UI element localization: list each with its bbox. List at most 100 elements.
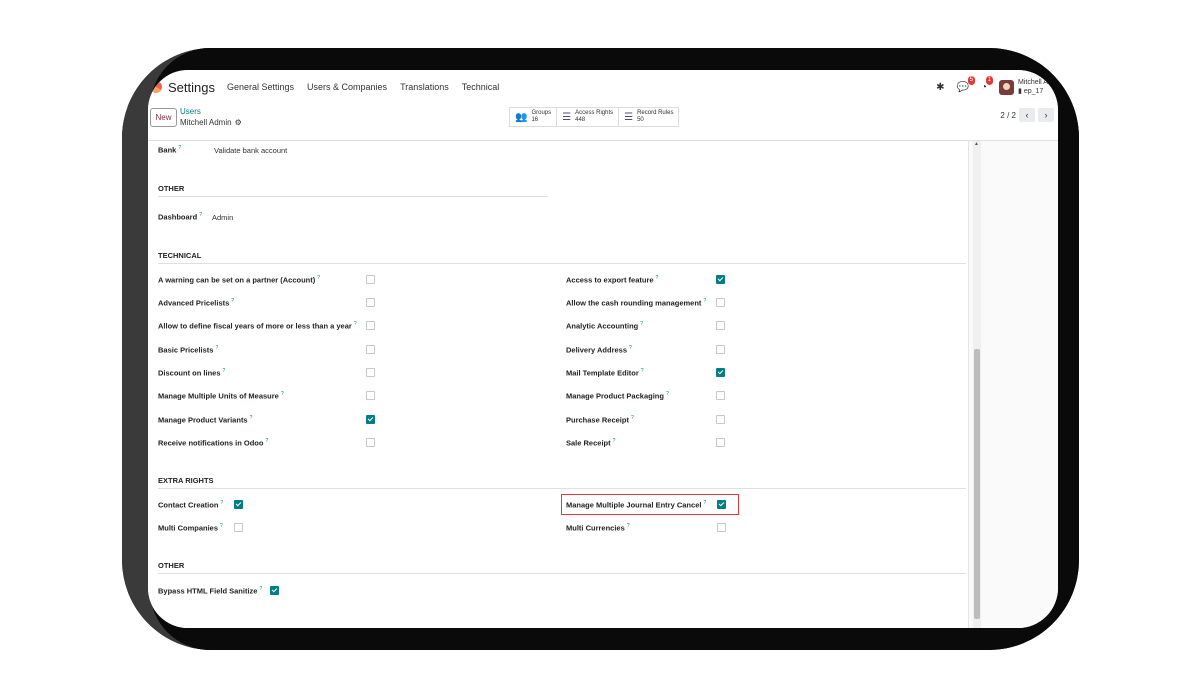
pager-value: 2 / 2 [1000,110,1016,120]
tech-right-checkbox-3[interactable] [716,345,725,354]
tech-left-checkbox-6[interactable] [366,415,375,424]
tech-left-label-1: Advanced Pricelists? [158,298,235,308]
field-dashboard-value[interactable]: Admin [212,213,233,222]
chevron-right-icon[interactable]: › [1038,108,1054,122]
tech-right-checkbox-7[interactable] [716,438,725,447]
access-rights-button[interactable]: ☰ Access Rights 448 [557,108,620,126]
separator [158,488,966,489]
tech-left-checkbox-1[interactable] [366,298,375,307]
field-bank-label: Bank? [158,145,182,155]
right-gutter [968,141,1058,628]
pager: 2 / 2 ‹ › [1000,108,1054,122]
app-screen: Settings General Settings Users & Compan… [148,70,1058,628]
tech-left-checkbox-0[interactable] [366,275,375,284]
tech-left-checkbox-5[interactable] [366,391,375,400]
smart-buttons: 👥 Groups 16 ☰ Access Rights 448 ☰ Record R… [509,107,680,127]
tech-right-label-4: Mail Template Editor? [566,368,644,378]
user-name: Mitchell Ad [1018,79,1052,86]
extra-right-label-1: Multi Currencies? [566,523,630,533]
chevron-left-icon[interactable]: ‹ [1019,108,1035,122]
chat-icon[interactable]: 💬 5 [957,75,975,93]
field-bank-value[interactable]: Validate bank account [214,146,287,155]
separator [158,573,966,574]
tech-right-checkbox-2[interactable] [716,321,725,330]
odoo-logo-icon[interactable] [150,81,162,93]
section-other: OTHER [158,184,185,193]
groups-label: Groups [531,110,552,116]
record-rules-count: 50 [637,117,644,123]
breadcrumb-current-label: Mitchell Admin [180,118,232,127]
record-rules-label: Record Rules [637,110,674,116]
field-dashboard-label: Dashboard? [158,212,202,222]
tech-left-checkbox-4[interactable] [366,368,375,377]
extra-right-label-0: Manage Multiple Journal Entry Cancel? [566,500,707,510]
separator [158,196,548,197]
user-menu[interactable]: Mitchell Ad ▮ ep_17 [1018,78,1058,96]
tech-right-label-5: Manage Product Packaging? [566,391,669,401]
top-navbar: Settings General Settings Users & Compan… [148,70,1058,104]
tech-left-checkbox-2[interactable] [366,321,375,330]
activity-badge: 1 [985,75,993,85]
access-rights-count: 448 [575,117,586,123]
tech-left-label-3: Basic Pricelists? [158,345,219,355]
form-sheet: Bank? Validate bank account OTHER Dashbo… [148,141,968,628]
navbar-systray: ✱ 💬 5 ◔ 1 Mitchell Ad ▮ ep_17 [936,70,1058,104]
extra-left-label-1: Multi Companies? [158,523,223,533]
section-other-2: OTHER [158,561,185,570]
tech-right-checkbox-6[interactable] [716,415,725,424]
tech-left-label-5: Manage Multiple Units of Measure? [158,391,284,401]
groups-button[interactable]: 👥 Groups 16 [510,108,558,126]
new-button[interactable]: New [150,108,177,127]
extra-right-checkbox-0[interactable] [717,500,726,509]
chat-badge: 5 [967,75,975,85]
list-icon: ☰ [562,111,572,123]
tech-left-label-0: A warning can be set on a partner (Accou… [158,275,321,285]
tech-left-checkbox-7[interactable] [366,438,375,447]
breadcrumb-users[interactable]: Users [180,107,201,116]
extra-left-checkbox-0[interactable] [234,500,243,509]
tech-right-label-1: Allow the cash rounding management? [566,298,707,308]
tech-right-label-6: Purchase Receipt? [566,415,634,425]
database-icon: ▮ [1018,88,1022,95]
separator [158,263,966,264]
tech-left-label-7: Receive notifications in Odoo? [158,438,269,448]
tech-right-checkbox-4[interactable] [716,368,725,377]
users-group-icon: 👥 [515,111,528,123]
tech-right-label-2: Analytic Accounting? [566,321,644,331]
scroll-up-icon[interactable]: ▲ [974,141,979,147]
vertical-scrollbar[interactable]: ▲ [973,141,981,628]
section-extra-rights: EXTRA RIGHTS [158,476,214,485]
tech-left-checkbox-3[interactable] [366,345,375,354]
tech-right-label-7: Sale Receipt? [566,438,616,448]
extra-left-checkbox-1[interactable] [234,523,243,532]
record-rules-button[interactable]: ☰ Record Rules 50 [619,108,678,126]
bug-icon[interactable]: ✱ [936,82,944,93]
tech-left-label-6: Manage Product Variants? [158,415,253,425]
bypass-checkbox[interactable] [270,586,279,595]
groups-count: 16 [531,117,539,123]
tech-right-label-3: Delivery Address? [566,345,632,355]
access-rights-label: Access Rights [575,110,614,116]
tech-left-label-4: Discount on lines? [158,368,226,378]
tech-right-checkbox-1[interactable] [716,298,725,307]
control-panel: New Users Mitchell Admin ⚙ 👥 Groups 16 ☰ A… [148,104,1058,141]
tech-right-checkbox-5[interactable] [716,391,725,400]
user-avatar[interactable] [999,79,1014,95]
activity-clock-icon[interactable]: ◔ 1 [981,75,993,93]
database-name: ep_17 [1023,88,1044,95]
section-technical: TECHNICAL [158,251,202,260]
app-title[interactable]: Settings [168,80,215,95]
gear-icon[interactable]: ⚙ [235,118,242,127]
menu-users-companies[interactable]: Users & Companies [307,82,387,92]
list-icon: ☰ [624,111,634,123]
bypass-label: Bypass HTML Field Sanitize? [158,586,263,596]
menu-translations[interactable]: Translations [400,82,449,92]
tech-right-checkbox-0[interactable] [716,275,725,284]
menu-technical[interactable]: Technical [462,82,500,92]
breadcrumb-current: Mitchell Admin ⚙ [180,118,242,127]
tech-left-label-2: Allow to define fiscal years of more or … [158,321,357,331]
scroll-thumb[interactable] [974,349,980,619]
menu-general-settings[interactable]: General Settings [227,82,294,92]
tech-right-label-0: Access to export feature? [566,275,659,285]
extra-right-checkbox-1[interactable] [717,523,726,532]
